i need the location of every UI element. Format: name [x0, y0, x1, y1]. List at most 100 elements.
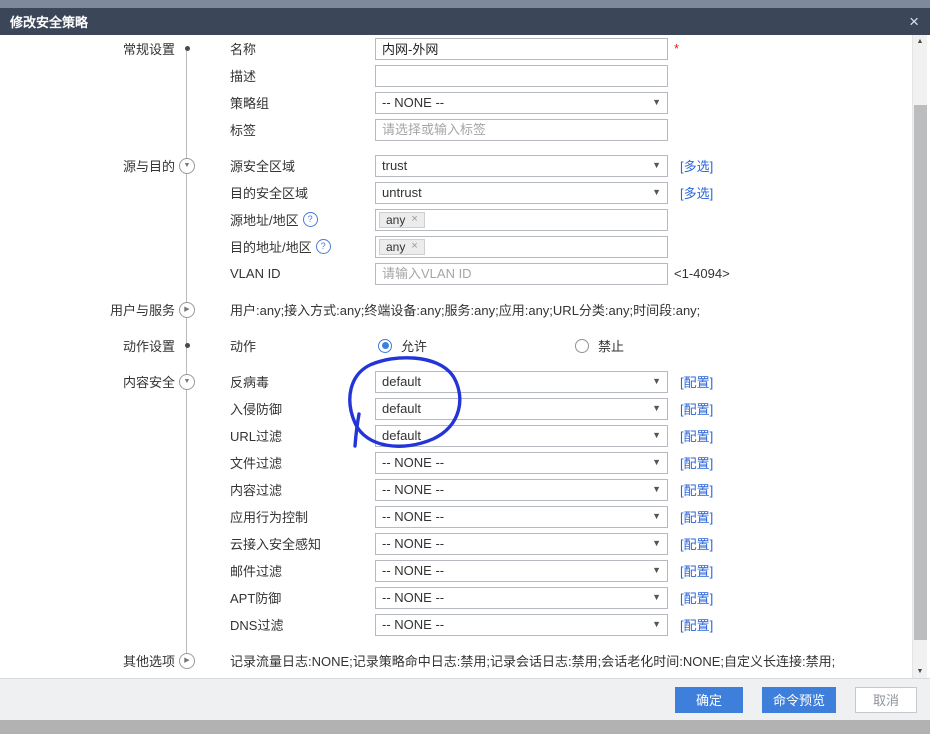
source-address-input[interactable]: any × — [375, 209, 668, 231]
dest-zone-row: 目的安全区域 untrust ▼ [多选] — [230, 179, 930, 206]
chevron-down-icon: ▼ — [652, 404, 661, 413]
configure-link[interactable]: [配置] — [680, 534, 713, 553]
profile-select[interactable]: -- NONE -- ▼ — [375, 452, 668, 474]
chevron-down-icon: ▼ — [652, 458, 661, 467]
vlan-input[interactable] — [375, 263, 668, 285]
policy-group-label: 策略组 — [230, 93, 375, 112]
section-dot-icon — [185, 343, 190, 348]
required-asterisk: * — [674, 41, 679, 56]
chevron-down-icon: ▼ — [652, 161, 661, 170]
profile-select[interactable]: default ▼ — [375, 425, 668, 447]
scrollbar-thumb[interactable] — [914, 105, 927, 640]
configure-link[interactable]: [配置] — [680, 372, 713, 391]
chip-remove-icon[interactable]: × — [411, 214, 417, 225]
scroll-up-icon[interactable]: ▲ — [913, 35, 927, 48]
address-chip: any × — [379, 212, 425, 228]
configure-link[interactable]: [配置] — [680, 426, 713, 445]
configure-link[interactable]: [配置] — [680, 615, 713, 634]
chevron-down-icon: ▼ — [652, 377, 661, 386]
content-security-row: 反病毒 default ▼ [配置] — [230, 368, 930, 395]
profile-select[interactable]: -- NONE -- ▼ — [375, 560, 668, 582]
profile-select[interactable]: default ▼ — [375, 398, 668, 420]
name-input[interactable] — [375, 38, 668, 60]
action-allow-option[interactable]: 允许 — [378, 336, 575, 355]
collapse-chevron-icon[interactable]: ▼ — [179, 374, 195, 390]
configure-link[interactable]: [配置] — [680, 399, 713, 418]
policy-group-select[interactable]: -- NONE -- ▼ — [375, 92, 668, 114]
dest-zone-value: untrust — [382, 185, 652, 200]
chevron-down-icon: ▼ — [652, 485, 661, 494]
action-deny-label: 禁止 — [598, 336, 624, 355]
configure-link[interactable]: [配置] — [680, 507, 713, 526]
background-page-strip-top — [0, 0, 930, 8]
profile-select[interactable]: -- NONE -- ▼ — [375, 614, 668, 636]
background-page-strip-bottom — [0, 720, 930, 734]
section-source-dest: 源与目的 ▼ 源安全区域 trust ▼ [多选] 目的安全区域 untrust… — [0, 152, 930, 287]
dialog-body: 常规设置 名称 * 描述 策略组 -- NONE -- ▼ 标签 — [0, 35, 930, 678]
name-row: 名称 * — [230, 35, 930, 62]
chip-remove-icon[interactable]: × — [411, 241, 417, 252]
section-dot-icon — [185, 46, 190, 51]
ok-button[interactable]: 确定 — [675, 687, 743, 713]
dest-address-input[interactable]: any × — [375, 236, 668, 258]
expand-chevron-icon[interactable]: ▶ — [179, 302, 195, 318]
profile-select[interactable]: -- NONE -- ▼ — [375, 587, 668, 609]
profile-select[interactable]: -- NONE -- ▼ — [375, 479, 668, 501]
chevron-down-icon: ▼ — [652, 188, 661, 197]
source-zone-row: 源安全区域 trust ▼ [多选] — [230, 152, 930, 179]
cancel-button[interactable]: 取消 — [855, 687, 917, 713]
help-icon[interactable]: ? — [316, 239, 331, 254]
content-security-row: URL过滤 default ▼ [配置] — [230, 422, 930, 449]
scroll-down-icon[interactable]: ▼ — [913, 665, 927, 678]
configure-link[interactable]: [配置] — [680, 588, 713, 607]
profile-select[interactable]: -- NONE -- ▼ — [375, 506, 668, 528]
configure-link[interactable]: [配置] — [680, 561, 713, 580]
section-content-security: 内容安全 ▼ 反病毒 default ▼ [配置] 入侵防御 default ▼… — [0, 368, 930, 638]
close-icon[interactable]: × — [909, 12, 919, 29]
source-zone-label: 源安全区域 — [230, 156, 375, 175]
address-chip-value: any — [386, 240, 405, 254]
source-zone-select[interactable]: trust ▼ — [375, 155, 668, 177]
chevron-down-icon: ▼ — [652, 431, 661, 440]
content-security-row: DNS过滤 -- NONE -- ▼ [配置] — [230, 611, 930, 638]
section-label-source-dest: 源与目的 — [123, 156, 175, 175]
expand-chevron-icon[interactable]: ▶ — [179, 653, 195, 669]
collapse-chevron-icon[interactable]: ▼ — [179, 158, 195, 174]
content-security-row: 邮件过滤 -- NONE -- ▼ [配置] — [230, 557, 930, 584]
section-label-general: 常规设置 — [123, 39, 175, 58]
vlan-label: VLAN ID — [230, 266, 375, 281]
dest-zone-multi-select-link[interactable]: [多选] — [680, 183, 713, 202]
section-user-service: 用户与服务 ▶ 用户:any;接入方式:any;终端设备:any;服务:any;… — [0, 296, 930, 323]
profile-select[interactable]: default ▼ — [375, 371, 668, 393]
tag-label: 标签 — [230, 120, 375, 139]
chevron-down-icon: ▼ — [652, 566, 661, 575]
vlan-range-hint: <1-4094> — [674, 266, 730, 281]
command-preview-button[interactable]: 命令预览 — [762, 687, 836, 713]
radio-unselected-icon[interactable] — [575, 339, 589, 353]
chevron-down-icon: ▼ — [652, 620, 661, 629]
tag-row: 标签 — [230, 116, 930, 143]
name-label: 名称 — [230, 39, 375, 58]
action-allow-label: 允许 — [401, 336, 427, 355]
address-chip-value: any — [386, 213, 405, 227]
section-action: 动作设置 动作 允许 禁止 — [0, 332, 930, 359]
action-deny-option[interactable]: 禁止 — [575, 336, 624, 355]
help-icon[interactable]: ? — [303, 212, 318, 227]
radio-selected-icon[interactable] — [378, 339, 392, 353]
section-other: 其他选项 ▶ 记录流量日志:NONE;记录策略命中日志:禁用;记录会话日志:禁用… — [0, 647, 930, 674]
content-security-row: 文件过滤 -- NONE -- ▼ [配置] — [230, 449, 930, 476]
configure-link[interactable]: [配置] — [680, 480, 713, 499]
configure-link[interactable]: [配置] — [680, 453, 713, 472]
description-input[interactable] — [375, 65, 668, 87]
vertical-scrollbar[interactable]: ▲ ▼ — [912, 35, 927, 678]
other-summary-row: 记录流量日志:NONE;记录策略命中日志:禁用;记录会话日志:禁用;会话老化时间… — [230, 647, 930, 674]
vlan-row: VLAN ID <1-4094> — [230, 260, 930, 287]
source-zone-multi-select-link[interactable]: [多选] — [680, 156, 713, 175]
content-security-row: 应用行为控制 -- NONE -- ▼ [配置] — [230, 503, 930, 530]
tag-input[interactable] — [375, 119, 668, 141]
source-address-label: 源地址/地区 — [230, 210, 299, 229]
dest-zone-select[interactable]: untrust ▼ — [375, 182, 668, 204]
content-security-row: 云接入安全感知 -- NONE -- ▼ [配置] — [230, 530, 930, 557]
source-zone-value: trust — [382, 158, 652, 173]
profile-select[interactable]: -- NONE -- ▼ — [375, 533, 668, 555]
